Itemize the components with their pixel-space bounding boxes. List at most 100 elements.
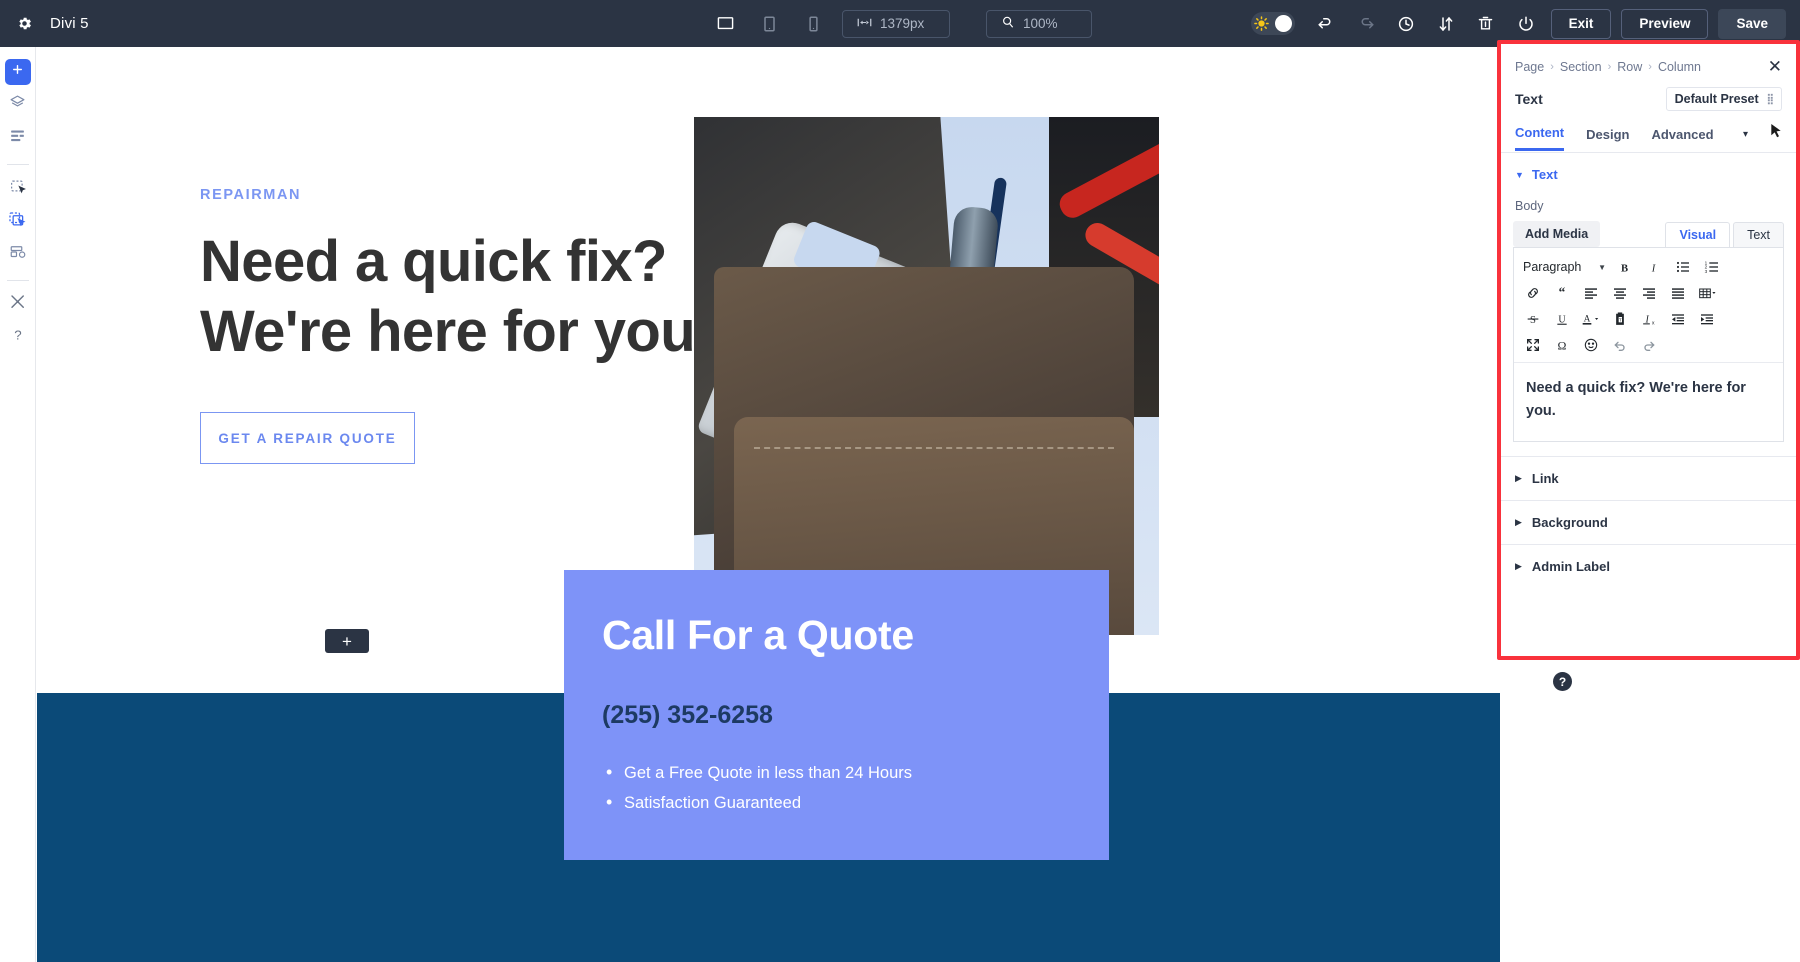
editor-toolbar-row-4: Ω <box>1518 332 1779 358</box>
app-title: Divi 5 <box>50 15 89 32</box>
underline-icon[interactable]: U <box>1547 307 1576 331</box>
accordion-link[interactable]: ▶ Link <box>1501 456 1796 500</box>
sidebar-item-tools[interactable] <box>5 291 31 317</box>
triangle-down-icon: ▼ <box>1515 169 1524 180</box>
viewport-width-field[interactable]: 1379px <box>842 9 950 38</box>
phone-icon[interactable] <box>798 9 828 39</box>
breadcrumb-row[interactable]: Row <box>1617 60 1642 74</box>
list-icon <box>9 127 26 149</box>
breadcrumb-column[interactable]: Column <box>1658 60 1701 74</box>
editor-box: Paragraph ▼ B I 123 “ S U A T I x Ω Need… <box>1513 247 1784 442</box>
list-item: Satisfaction Guaranteed <box>602 792 1069 813</box>
fullscreen-icon[interactable] <box>1518 333 1547 357</box>
sidebar-item-presets[interactable] <box>5 241 31 267</box>
toolbar-left-group: Divi 5 <box>0 12 89 36</box>
align-center-icon[interactable] <box>1605 281 1634 305</box>
layers-icon <box>9 94 26 116</box>
save-button[interactable]: Save <box>1718 8 1786 39</box>
sidebar-item-add-module[interactable] <box>4 59 31 85</box>
gear-icon[interactable] <box>12 12 36 36</box>
tablet-icon[interactable] <box>754 9 784 39</box>
section-select-icon <box>9 177 27 200</box>
sidebar-item-list-view[interactable] <box>5 125 31 151</box>
blockquote-icon[interactable]: “ <box>1547 281 1576 305</box>
desktop-icon[interactable] <box>710 9 740 39</box>
paste-as-text-icon[interactable]: T <box>1605 307 1634 331</box>
tab-content[interactable]: Content <box>1515 125 1565 151</box>
tab-advanced[interactable]: Advanced <box>1651 127 1713 150</box>
redo-icon[interactable] <box>1634 333 1663 357</box>
bulleted-list-icon[interactable] <box>1668 255 1697 279</box>
sidebar-item-help[interactable]: ? <box>5 324 31 350</box>
quote-card-phone: (255) 352-6258 <box>602 701 773 729</box>
undo-icon[interactable] <box>1605 333 1634 357</box>
special-character-icon[interactable]: Ω <box>1547 333 1576 357</box>
svg-text:3: 3 <box>1704 269 1707 274</box>
preset-label: Default Preset <box>1674 92 1759 106</box>
clock-icon[interactable] <box>1391 9 1421 39</box>
get-a-repair-quote-button[interactable]: GET A REPAIR QUOTE <box>200 412 415 465</box>
sidebar-item-section-select[interactable] <box>5 175 31 201</box>
add-module-inline-button[interactable]: + <box>325 629 369 653</box>
accordion-background[interactable]: ▶ Background <box>1501 500 1796 544</box>
power-icon[interactable] <box>1511 9 1541 39</box>
indent-icon[interactable] <box>1692 307 1721 331</box>
import-export-icon[interactable] <box>1431 9 1461 39</box>
table-icon[interactable] <box>1692 281 1721 305</box>
page-title: Text <box>1515 91 1543 107</box>
tab-design[interactable]: Design <box>1586 127 1629 150</box>
help-icon[interactable]: ? <box>1553 672 1572 691</box>
accordion-admin-label-label: Admin Label <box>1531 559 1610 574</box>
svg-text:I: I <box>1651 263 1656 274</box>
italic-icon[interactable]: I <box>1639 255 1668 279</box>
numbered-list-icon[interactable]: 123 <box>1697 255 1726 279</box>
align-left-icon[interactable] <box>1576 281 1605 305</box>
body-field-label: Body <box>1515 199 1544 213</box>
editor-content-area[interactable]: Need a quick fix? We're here for you. <box>1514 363 1783 441</box>
svg-text:S: S <box>1530 315 1536 326</box>
align-right-icon[interactable] <box>1634 281 1663 305</box>
paragraph-format-dropdown[interactable]: Paragraph ▼ <box>1518 255 1610 279</box>
trash-icon[interactable] <box>1471 9 1501 39</box>
breadcrumb-section[interactable]: Section <box>1560 60 1602 74</box>
zoom-value: 100% <box>1023 16 1058 31</box>
link-icon[interactable] <box>1518 281 1547 305</box>
breadcrumb-separator: › <box>1550 60 1554 73</box>
undo-icon[interactable] <box>1311 9 1341 39</box>
panel-tabs: Content Design Advanced ▾ <box>1501 111 1796 153</box>
accordion-admin-label[interactable]: ▶ Admin Label <box>1501 544 1796 588</box>
hero-heading[interactable]: Need a quick fix? We're here for you. <box>200 227 760 366</box>
sidebar-item-layers[interactable] <box>5 92 31 118</box>
redo-icon[interactable] <box>1351 9 1381 39</box>
question-mark-icon: ? <box>10 327 26 348</box>
sidebar-item-module-select[interactable] <box>5 208 31 234</box>
clear-formatting-icon[interactable]: Ix <box>1634 307 1663 331</box>
toggle-knob <box>1274 15 1292 32</box>
chevron-down-icon[interactable]: ▾ <box>1743 129 1748 148</box>
magnifier-icon <box>1001 15 1015 32</box>
text-section-header[interactable]: ▼ Text <box>1501 153 1796 182</box>
preset-selector[interactable]: Default Preset ⣿ <box>1665 87 1782 111</box>
text-color-icon[interactable]: A <box>1576 307 1605 331</box>
editor-toolbar-row-3: S U A T Ix <box>1518 306 1779 332</box>
list-item: Get a Free Quote in less than 24 Hours <box>602 762 1069 783</box>
breadcrumb-page[interactable]: Page <box>1515 60 1544 74</box>
outdent-icon[interactable] <box>1663 307 1692 331</box>
emoji-icon[interactable] <box>1576 333 1605 357</box>
mouse-pointer-icon <box>1770 124 1782 152</box>
sun-icon[interactable] <box>1250 12 1295 35</box>
preset-grip-icon: ⣿ <box>1766 93 1774 105</box>
tab-visual[interactable]: Visual <box>1665 221 1731 247</box>
settings-accordion: ▶ Link ▶ Background ▶ Admin Label <box>1501 456 1796 588</box>
zoom-field[interactable]: 100% <box>986 9 1092 38</box>
exit-button[interactable]: Exit <box>1550 8 1612 39</box>
bold-icon[interactable]: B <box>1610 255 1639 279</box>
close-icon[interactable]: ✕ <box>1768 58 1782 75</box>
call-for-a-quote-card[interactable]: Call For a Quote (255) 352-6258 Get a Fr… <box>564 570 1109 860</box>
hero-image <box>694 117 1159 635</box>
tab-text[interactable]: Text <box>1733 221 1784 247</box>
preview-button[interactable]: Preview <box>1621 8 1709 39</box>
add-media-button[interactable]: Add Media <box>1513 221 1601 247</box>
strikethrough-icon[interactable]: S <box>1518 307 1547 331</box>
align-justify-icon[interactable] <box>1663 281 1692 305</box>
